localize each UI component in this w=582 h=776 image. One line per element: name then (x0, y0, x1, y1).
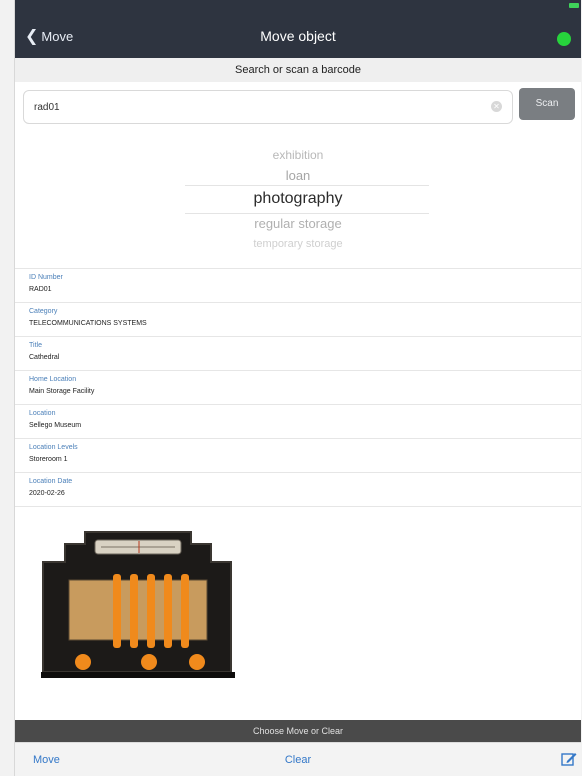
detail-value: TELECOMMUNICATIONS SYSTEMS (29, 320, 147, 327)
picker-selection-line-bottom (185, 213, 429, 214)
detail-label: Home Location (29, 376, 77, 383)
detail-label: Title (29, 342, 42, 349)
detail-row-category: Category TELECOMMUNICATIONS SYSTEMS (15, 302, 581, 336)
search-field-container: ✕ (23, 90, 513, 124)
detail-row-home-location: Home Location Main Storage Facility (15, 370, 581, 404)
clear-button[interactable]: Clear (285, 754, 311, 766)
search-row: ✕ Scan (15, 82, 581, 132)
clear-button-container: Clear (15, 754, 581, 766)
search-header: Search or scan a barcode (15, 58, 581, 82)
detail-value: Storeroom 1 (29, 456, 68, 463)
detail-label: Category (29, 308, 58, 315)
object-details: ID Number RAD01 Category TELECOMMUNICATI… (15, 268, 581, 507)
detail-value: RAD01 (29, 286, 52, 293)
detail-label: Location Date (29, 478, 73, 485)
picker-selection-line-top (185, 185, 429, 186)
picker-option[interactable]: regular storage (15, 216, 581, 231)
page-title: Move object (260, 28, 336, 44)
status-bar (15, 0, 581, 12)
picker-selected-option[interactable]: photography (15, 190, 581, 208)
detail-row-title: Title Cathedral (15, 336, 581, 370)
detail-value: Cathedral (29, 354, 60, 361)
detail-row-location-date: Location Date 2020-02-26 (15, 472, 581, 506)
object-photo (41, 531, 235, 678)
scan-button[interactable]: Scan (519, 88, 575, 120)
detail-row-location-levels: Location Levels Storeroom 1 (15, 438, 581, 472)
picker-option[interactable]: exhibition (15, 148, 581, 162)
location-picker[interactable]: exhibition loan photography regular stor… (15, 132, 581, 266)
navigation-bar: ❮ Move Move object (15, 12, 581, 58)
detail-value: Sellego Museum (29, 422, 82, 429)
picker-option[interactable]: loan (15, 168, 581, 183)
detail-value: Main Storage Facility (29, 388, 95, 395)
detail-label: Location (29, 410, 56, 417)
detail-label: ID Number (29, 274, 63, 281)
app-window: ❮ Move Move object Search or scan a barco… (14, 0, 581, 776)
detail-value: 2020-02-26 (29, 490, 65, 497)
clear-text-icon[interactable]: ✕ (491, 101, 502, 112)
detail-row-id-number: ID Number RAD01 (15, 268, 581, 302)
detail-label: Location Levels (29, 444, 78, 451)
bottom-toolbar: Move Clear (15, 742, 581, 776)
connection-status-indicator (557, 32, 571, 46)
picker-option[interactable]: temporary storage (15, 238, 581, 250)
action-hint-banner: Choose Move or Clear (15, 720, 581, 742)
divider (15, 506, 581, 507)
search-input[interactable] (32, 91, 476, 123)
detail-row-location: Location Sellego Museum (15, 404, 581, 438)
battery-icon (569, 3, 579, 8)
compose-icon[interactable] (561, 751, 577, 767)
